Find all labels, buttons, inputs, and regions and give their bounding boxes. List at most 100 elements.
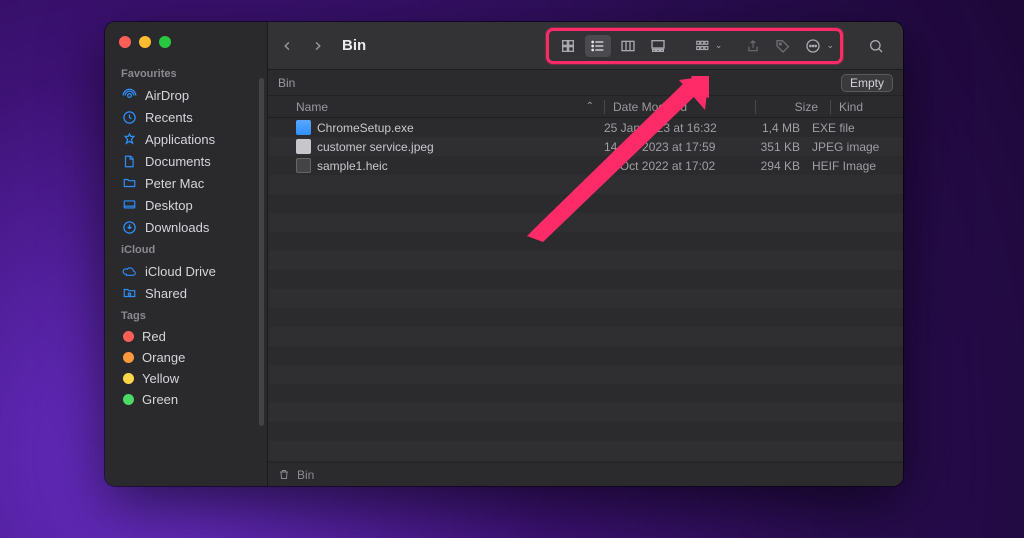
table-row-empty	[268, 232, 903, 251]
sidebar-scrollbar[interactable]	[259, 78, 264, 426]
location-bar: Bin Empty	[268, 70, 903, 96]
nav-forward-button[interactable]	[310, 39, 324, 53]
view-list-button[interactable]	[585, 35, 611, 57]
column-header-size[interactable]: Size	[764, 100, 830, 114]
sidebar-item-label: Shared	[145, 286, 187, 301]
column-header-row: Name ⌃ Date Modified Size Kind	[268, 96, 903, 118]
table-row[interactable]: ChromeSetup.exe 25 Jan 2023 at 16:321,4 M…	[268, 118, 903, 137]
trash-icon	[278, 468, 291, 481]
view-columns-button[interactable]	[615, 35, 641, 57]
finder-window: Favourites AirDrop Recents Applications …	[105, 22, 903, 486]
search-button[interactable]	[861, 34, 891, 58]
document-icon	[121, 153, 137, 169]
chevron-down-icon: ⌄	[826, 40, 834, 51]
table-row-empty	[268, 213, 903, 232]
sidebar-tag-orange[interactable]: Orange	[105, 347, 267, 368]
sidebar-item-recents[interactable]: Recents	[105, 106, 267, 128]
sidebar-item-label: Applications	[145, 132, 215, 147]
sidebar-item-peter-mac[interactable]: Peter Mac	[105, 172, 267, 194]
tag-button[interactable]	[770, 35, 796, 57]
sidebar-tag-red[interactable]: Red	[105, 326, 267, 347]
minimize-window-button[interactable]	[139, 36, 151, 48]
file-kind: HEIF Image	[812, 159, 893, 173]
file-name: ChromeSetup.exe	[317, 121, 414, 135]
sort-ascending-icon: ⌃	[586, 101, 594, 112]
toolbar: Bin ⌄ ⌄	[268, 22, 903, 70]
table-row[interactable]: customer service.jpeg14 Apr 2023 at 17:5…	[268, 137, 903, 156]
file-size: 294 KB	[746, 159, 812, 173]
main-panel: Bin ⌄ ⌄	[268, 22, 903, 486]
table-row[interactable]: sample1.heic11 Oct 2022 at 17:02294 KBHE…	[268, 156, 903, 175]
path-bar: Bin	[268, 462, 903, 486]
more-actions-button[interactable]	[800, 35, 826, 57]
sidebar-item-label: iCloud Drive	[145, 264, 216, 279]
window-controls	[105, 32, 267, 62]
sidebar-item-label: Orange	[142, 350, 185, 365]
table-row-empty	[268, 441, 903, 460]
file-type-icon	[296, 120, 311, 135]
sidebar-item-label: Recents	[145, 110, 193, 125]
empty-trash-button[interactable]: Empty	[841, 74, 893, 92]
table-row-empty	[268, 327, 903, 346]
table-row-empty	[268, 422, 903, 441]
share-button[interactable]	[740, 35, 766, 57]
clock-icon	[121, 109, 137, 125]
tag-dot-icon	[123, 394, 134, 405]
sidebar-section-tags: Tags	[105, 304, 267, 326]
file-size: 351 KB	[746, 140, 812, 154]
sidebar-item-icloud-drive[interactable]: iCloud Drive	[105, 260, 267, 282]
sidebar-item-label: Yellow	[142, 371, 179, 386]
table-row-empty	[268, 365, 903, 384]
sidebar-item-downloads[interactable]: Downloads	[105, 216, 267, 238]
location-label: Bin	[278, 76, 295, 90]
file-type-icon	[296, 158, 311, 173]
column-header-kind[interactable]: Kind	[839, 100, 893, 114]
sidebar-item-airdrop[interactable]: AirDrop	[105, 84, 267, 106]
sidebar-item-label: Desktop	[145, 198, 193, 213]
chevron-down-icon: ⌄	[715, 40, 723, 51]
close-window-button[interactable]	[119, 36, 131, 48]
sidebar-section-icloud: iCloud	[105, 238, 267, 260]
file-date: 25 Jan 2023 at 16:32	[604, 121, 746, 135]
path-segment[interactable]: Bin	[297, 468, 314, 482]
annotation-highlight-box: ⌄ ⌄	[546, 28, 843, 64]
file-type-icon	[296, 139, 311, 154]
column-header-name[interactable]: Name ⌃	[296, 100, 604, 114]
table-row-empty	[268, 289, 903, 308]
file-list: ChromeSetup.exe 25 Jan 2023 at 16:321,4 M…	[268, 118, 903, 462]
sidebar-tag-yellow[interactable]: Yellow	[105, 368, 267, 389]
view-gallery-button[interactable]	[645, 35, 671, 57]
sidebar: Favourites AirDrop Recents Applications …	[105, 22, 268, 486]
table-row-empty	[268, 270, 903, 289]
view-icons-button[interactable]	[555, 35, 581, 57]
window-title: Bin	[342, 37, 366, 54]
desktop-icon	[121, 197, 137, 213]
sidebar-item-label: Peter Mac	[145, 176, 204, 191]
sidebar-item-label: Documents	[145, 154, 211, 169]
table-row-empty	[268, 194, 903, 213]
file-kind: EXE file	[812, 121, 893, 135]
table-row-empty	[268, 403, 903, 422]
folder-icon	[121, 175, 137, 191]
sidebar-tag-green[interactable]: Green	[105, 389, 267, 410]
tag-dot-icon	[123, 373, 134, 384]
sidebar-item-applications[interactable]: Applications	[105, 128, 267, 150]
download-icon	[121, 219, 137, 235]
sidebar-item-label: Downloads	[145, 220, 209, 235]
file-size: 1,4 MB	[746, 121, 812, 135]
sidebar-item-shared[interactable]: Shared	[105, 282, 267, 304]
fullscreen-window-button[interactable]	[159, 36, 171, 48]
file-name: customer service.jpeg	[317, 140, 434, 154]
column-header-date[interactable]: Date Modified	[613, 100, 755, 114]
table-row-empty	[268, 175, 903, 194]
file-kind: JPEG image	[812, 140, 893, 154]
sidebar-item-documents[interactable]: Documents	[105, 150, 267, 172]
group-by-button[interactable]	[689, 35, 715, 57]
nav-back-button[interactable]	[280, 39, 294, 53]
sidebar-item-desktop[interactable]: Desktop	[105, 194, 267, 216]
cloud-icon	[121, 263, 137, 279]
tag-dot-icon	[123, 331, 134, 342]
table-row-empty	[268, 308, 903, 327]
tag-dot-icon	[123, 352, 134, 363]
table-row-empty	[268, 251, 903, 270]
